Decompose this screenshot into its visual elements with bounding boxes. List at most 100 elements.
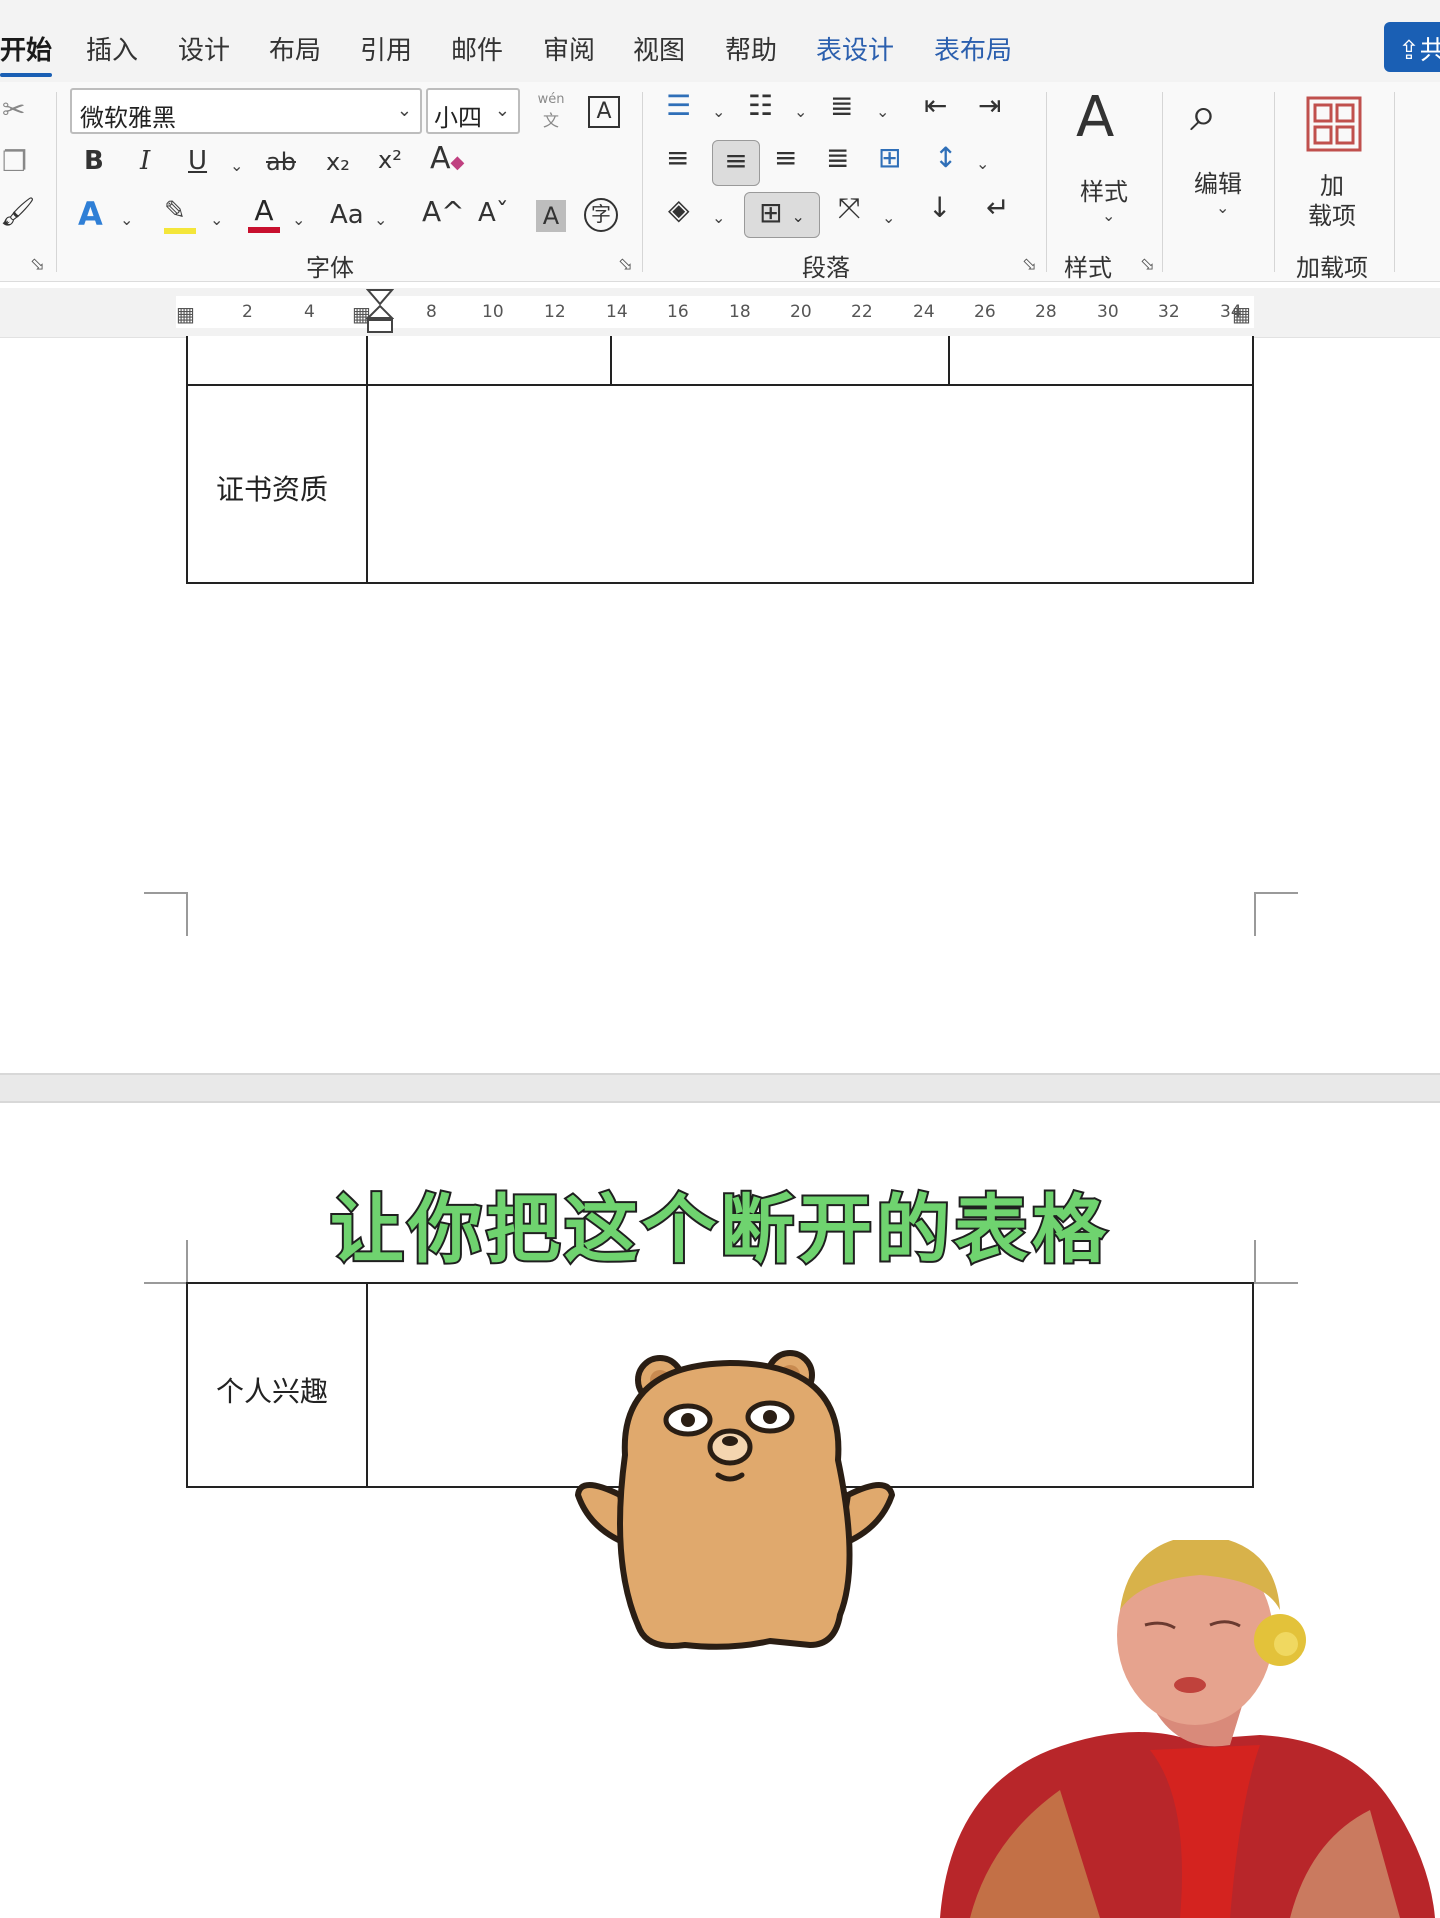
table-cell[interactable] (610, 336, 950, 386)
underline-button[interactable]: U (188, 148, 207, 174)
shading-bucket-icon[interactable]: ◈ (668, 196, 690, 224)
increase-indent-icon[interactable]: ⇥ (978, 92, 1001, 120)
ruler-tick: 12 (544, 302, 566, 322)
align-left-icon[interactable]: ≡ (666, 144, 689, 172)
align-center-icon[interactable]: ≡ (712, 140, 760, 186)
group-separator (56, 92, 57, 272)
cut-icon[interactable]: ✂ (2, 96, 25, 124)
font-family-select[interactable]: 微软雅黑 ⌄ (70, 88, 422, 134)
grow-font-button[interactable]: A^ (422, 198, 465, 226)
chevron-down-icon[interactable]: ⌄ (712, 102, 725, 121)
interest-label-cell[interactable]: 个人兴趣 (186, 1282, 368, 1488)
tab-review[interactable]: 审阅 (543, 30, 595, 67)
ruler-tick: 18 (729, 302, 751, 322)
share-button[interactable]: ⇪共 (1384, 22, 1440, 72)
sort-icon[interactable]: ↓ (928, 194, 951, 222)
change-case-button[interactable]: Aa (330, 202, 364, 228)
line-spacing-icon[interactable]: ↕ (934, 144, 957, 172)
chevron-down-icon: ⌄ (1102, 206, 1116, 225)
bullets-icon[interactable]: ☰ (666, 92, 691, 120)
character-border-icon[interactable]: A (588, 96, 620, 128)
copy-icon[interactable]: ❐ (2, 148, 27, 176)
tab-layout[interactable]: 布局 (269, 30, 321, 67)
clear-formatting-icon[interactable]: A◆ (430, 144, 464, 174)
chevron-down-icon[interactable]: ⌄ (230, 156, 243, 175)
indent-marker-icon[interactable] (365, 288, 395, 338)
styles-dialog-launcher-icon[interactable]: ⬂ (1140, 254, 1155, 275)
text-direction-icon[interactable]: ⤧ (838, 194, 860, 222)
highlight-swatch (164, 228, 196, 234)
clipboard-dialog-launcher-icon[interactable]: ⬂ (30, 254, 45, 275)
subscript-button[interactable]: x₂ (326, 150, 350, 174)
horizontal-ruler[interactable]: ▦ 2 4 ▦ 8 10 12 14 16 18 20 22 24 26 28 … (0, 288, 1440, 338)
ribbon: ✂ ❐ 🖌 ⬂ 微软雅黑 ⌄ 小四 ⌄ wén 文 A B I U ⌄ ab x… (0, 82, 1440, 282)
bold-button[interactable]: B (84, 148, 104, 174)
chevron-down-icon[interactable]: ⌄ (210, 210, 223, 229)
font-size-select[interactable]: 小四 ⌄ (426, 88, 520, 134)
ruler-tick: 28 (1035, 302, 1057, 322)
distributed-icon[interactable]: ⊞ (878, 144, 901, 172)
chevron-down-icon[interactable]: ⌄ (374, 210, 387, 229)
certificate-content-cell[interactable] (366, 384, 1254, 584)
font-color-button[interactable]: A (248, 194, 280, 233)
format-painter-icon[interactable]: 🖌 (0, 198, 36, 226)
tab-table-design[interactable]: 表设计 (816, 30, 894, 67)
chevron-down-icon[interactable]: ⌄ (292, 210, 305, 229)
styles-icon: A (1076, 85, 1115, 150)
enclose-characters-button[interactable]: 字 (584, 198, 618, 232)
page-break-gap (0, 1073, 1440, 1103)
ruler-tick: 4 (304, 302, 315, 322)
group-separator (642, 92, 643, 272)
paragraph-dialog-launcher-icon[interactable]: ⬂ (1022, 254, 1037, 275)
ruler-tick: 14 (606, 302, 628, 322)
chevron-down-icon[interactable]: ⌄ (120, 210, 133, 229)
tab-home[interactable]: 开始 (0, 30, 53, 77)
styles-button[interactable]: A 样式 ⌄ (1062, 90, 1150, 240)
shrink-font-button[interactable]: Aˇ (478, 200, 509, 226)
italic-button[interactable]: I (140, 148, 150, 174)
strikethrough-button[interactable]: ab (266, 150, 296, 174)
certificate-label-cell[interactable]: 证书资质 (186, 384, 368, 584)
font-dialog-launcher-icon[interactable]: ⬂ (618, 254, 633, 275)
chevron-down-icon[interactable]: ⌄ (882, 208, 895, 227)
addins-button[interactable]: 加 载项 (1290, 90, 1380, 240)
chevron-down-icon[interactable]: ⌄ (976, 154, 989, 173)
chevron-down-icon[interactable]: ⌄ (794, 102, 807, 121)
table-move-marker-icon[interactable]: ▦ (176, 302, 195, 326)
table-cell[interactable] (186, 336, 368, 386)
decrease-indent-icon[interactable]: ⇤ (924, 92, 947, 120)
ribbon-tab-bar: 开始 插入 设计 布局 引用 邮件 审阅 视图 帮助 表设计 表布局 ⇪共 (0, 0, 1440, 82)
right-column-marker-icon[interactable]: ▦ (1232, 302, 1251, 326)
highlight-color-button[interactable]: ✎ (164, 196, 198, 234)
justify-icon[interactable]: ≣ (826, 144, 849, 172)
phonetic-guide-button[interactable]: wén 文 (534, 92, 568, 131)
tab-help[interactable]: 帮助 (725, 30, 777, 67)
table-cell[interactable] (948, 336, 1254, 386)
ruler-tick: 32 (1158, 302, 1180, 322)
group-separator (1162, 92, 1163, 272)
table-cell[interactable] (366, 336, 612, 386)
tab-view[interactable]: 视图 (633, 30, 685, 67)
editing-button[interactable]: ⌕ 编辑 ⌄ (1176, 90, 1264, 240)
tab-mailings[interactable]: 邮件 (451, 30, 503, 67)
person-sticker (940, 1540, 1435, 1918)
multilevel-list-icon[interactable]: ≣ (830, 92, 853, 120)
show-marks-icon[interactable]: ↵ (986, 194, 1009, 222)
tab-references[interactable]: 引用 (360, 30, 412, 67)
video-caption: 让你把这个断开的表格 (328, 1185, 1110, 1275)
chevron-down-icon: ⌄ (1216, 198, 1230, 217)
tab-design[interactable]: 设计 (178, 30, 230, 67)
character-shading-button[interactable]: A (536, 200, 566, 232)
bear-sticker (575, 1350, 895, 1650)
borders-icon[interactable]: ⊞ ⌄ (744, 192, 820, 238)
chevron-down-icon[interactable]: ⌄ (712, 208, 725, 227)
align-right-icon[interactable]: ≡ (774, 144, 797, 172)
group-separator (1046, 92, 1047, 272)
text-effects-icon[interactable]: A (78, 198, 103, 230)
tab-insert[interactable]: 插入 (86, 30, 138, 67)
ruler-tick: 10 (482, 302, 504, 322)
chevron-down-icon[interactable]: ⌄ (876, 102, 889, 121)
numbering-icon[interactable]: ☷ (748, 92, 773, 120)
superscript-button[interactable]: x² (378, 148, 402, 172)
tab-table-layout[interactable]: 表布局 (934, 30, 1012, 67)
